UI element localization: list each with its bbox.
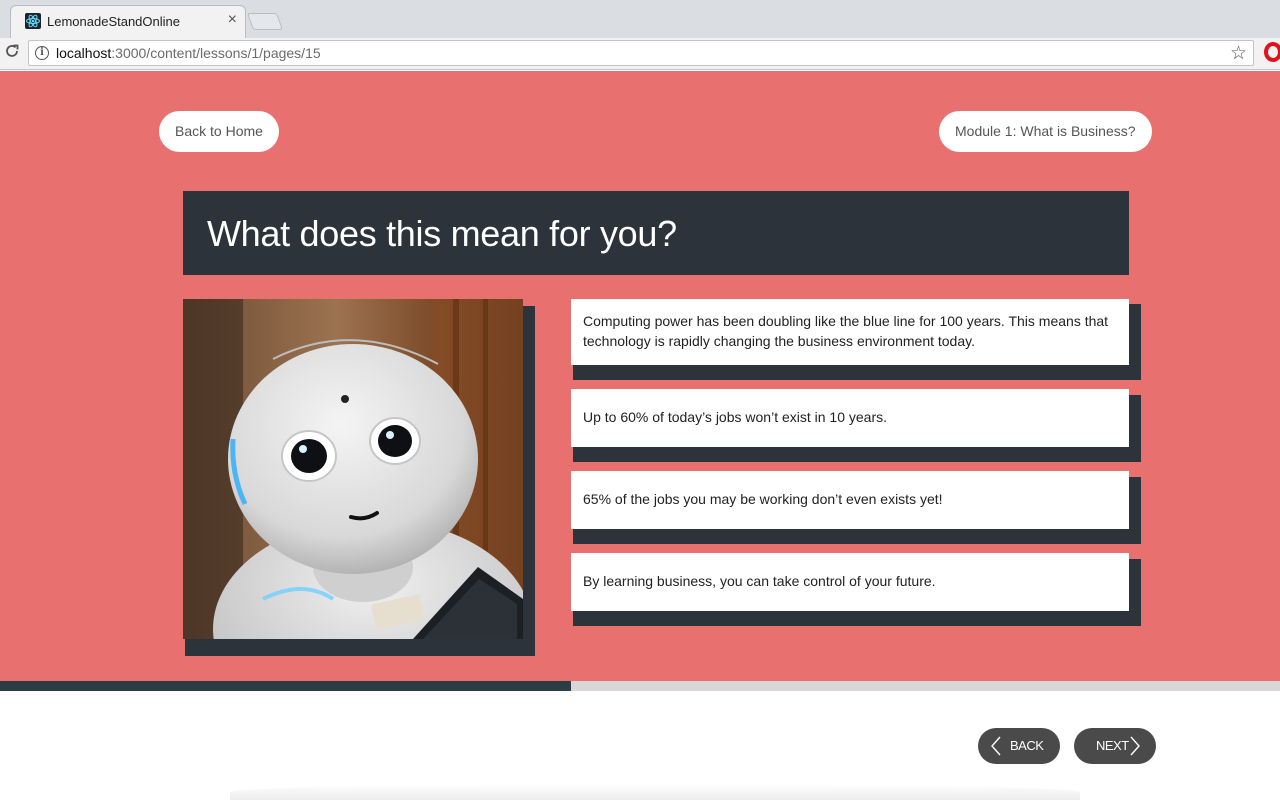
back-label: BACK	[1010, 738, 1044, 753]
bottom-shadow	[230, 784, 1080, 800]
progress-fill	[0, 681, 571, 691]
point-card: Up to 60% of today’s jobs won’t exist in…	[571, 389, 1129, 447]
url-input[interactable]: i localhost:3000/content/lessons/1/pages…	[28, 40, 1254, 66]
page-title: What does this mean for you?	[207, 213, 677, 254]
new-tab-button[interactable]	[246, 13, 284, 30]
next-button[interactable]: NEXT	[1074, 728, 1156, 764]
next-label: NEXT	[1096, 738, 1129, 753]
point-card: Computing power has been doubling like t…	[571, 299, 1129, 365]
star-icon[interactable]: ☆	[1230, 42, 1247, 65]
address-bar: i localhost:3000/content/lessons/1/pages…	[0, 38, 1280, 70]
url-text: localhost:3000/content/lessons/1/pages/1…	[56, 45, 321, 61]
browser-tab[interactable]: LemonadeStandOnline ×	[10, 5, 246, 38]
lesson-title-bar: What does this mean for you?	[183, 191, 1129, 275]
info-icon[interactable]: i	[35, 46, 49, 60]
robot-image	[183, 299, 523, 639]
point-card: By learning business, you can take contr…	[571, 553, 1129, 611]
browser-tab-bar: LemonadeStandOnline ×	[0, 0, 1280, 38]
lesson-section: Back to Home Module 1: What is Business?…	[0, 71, 1280, 681]
point-card: 65% of the jobs you may be working don’t…	[571, 471, 1129, 529]
back-button[interactable]: BACK	[978, 728, 1060, 764]
react-icon	[25, 13, 41, 29]
url-host: localhost	[56, 45, 112, 61]
chevron-left-icon	[990, 728, 1002, 764]
module-button[interactable]: Module 1: What is Business?	[939, 111, 1152, 152]
back-to-home-button[interactable]: Back to Home	[159, 111, 279, 152]
close-icon[interactable]: ×	[228, 11, 237, 29]
opera-icon[interactable]	[1264, 42, 1280, 62]
chevron-right-icon	[1129, 728, 1141, 764]
tab-title: LemonadeStandOnline	[47, 14, 180, 29]
reload-icon[interactable]	[2, 42, 22, 62]
lesson-progress-bar	[0, 681, 1280, 691]
url-path: :3000/content/lessons/1/pages/15	[111, 45, 321, 61]
